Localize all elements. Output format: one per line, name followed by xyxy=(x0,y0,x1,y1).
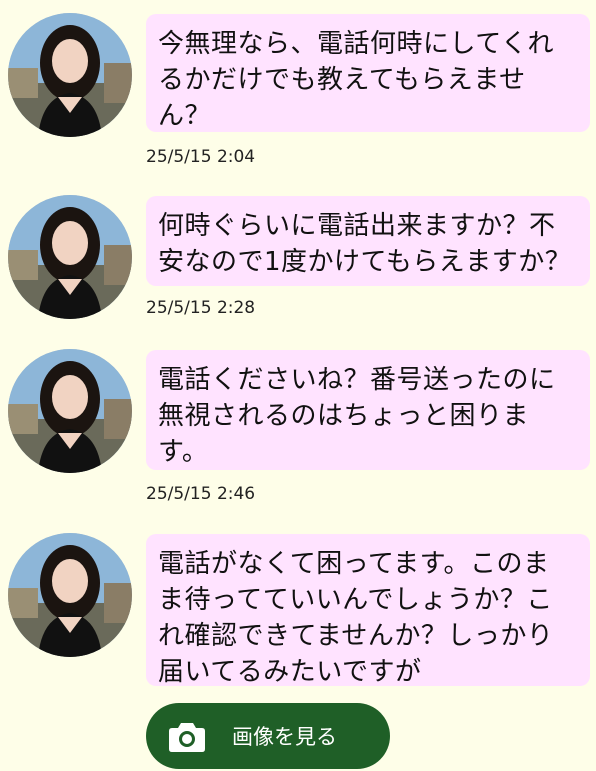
profile-photo-icon xyxy=(8,533,132,657)
message-bubble: 電話がなくて困ってます。このま ま待ってていいんでしょうか？こ れ確認できてませ… xyxy=(146,534,590,687)
message-timestamp: 25/5/15 2:28 xyxy=(146,298,256,318)
view-image-label: 画像を見る xyxy=(232,725,337,749)
avatar[interactable] xyxy=(8,533,132,657)
view-image-button[interactable]: 画像を見る xyxy=(146,703,390,769)
avatar[interactable] xyxy=(8,349,132,473)
message-bubble: 電話くださいね？番号送ったのに 無視されるのはちょっと困りま す。 xyxy=(146,350,590,470)
profile-photo-icon xyxy=(8,349,132,473)
profile-photo-icon xyxy=(8,13,132,137)
avatar[interactable] xyxy=(8,195,132,319)
message-timestamp: 25/5/15 2:04 xyxy=(146,147,256,167)
camera-icon xyxy=(169,723,205,752)
message-bubble: 何時ぐらいに電話出来ますか？不 安なので1度かけてもらえますか？ xyxy=(146,196,590,286)
message-bubble: 今無理なら、電話何時にしてくれ るかだけでも教えてもらえませ ん？ xyxy=(146,14,590,132)
message-timestamp: 25/5/15 2:46 xyxy=(146,484,256,504)
profile-photo-icon xyxy=(8,195,132,319)
avatar[interactable] xyxy=(8,13,132,137)
